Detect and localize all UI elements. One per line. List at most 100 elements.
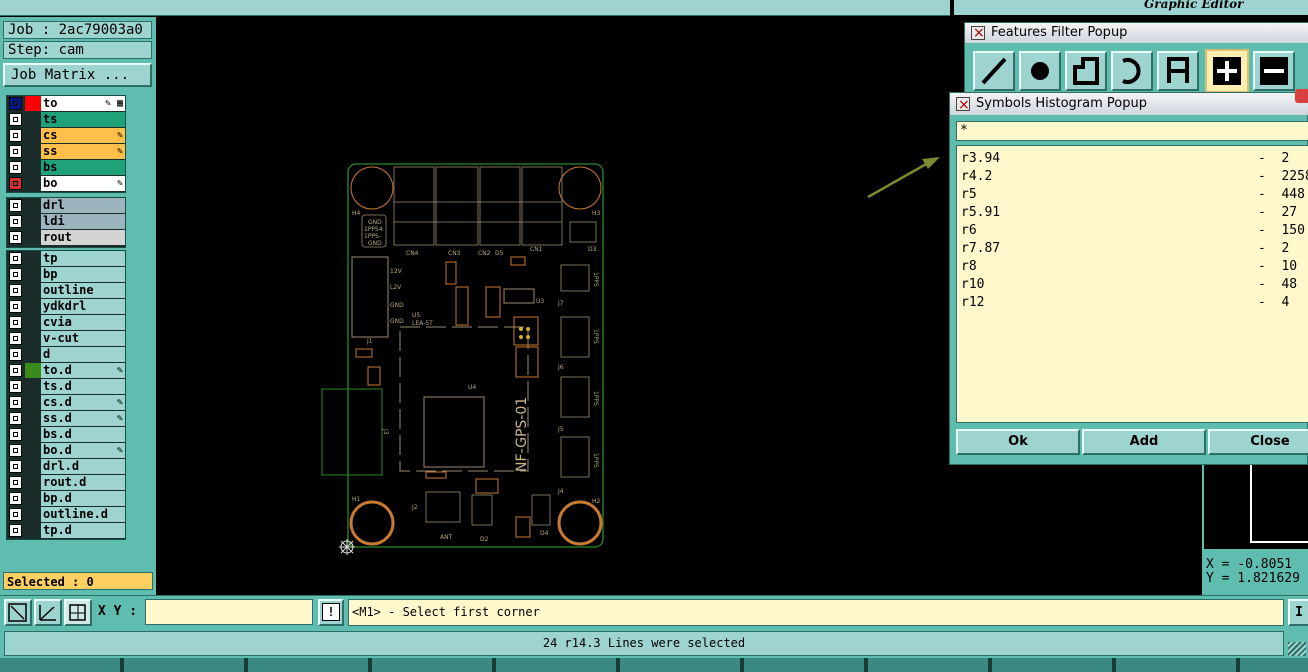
layer-checkbox[interactable] bbox=[9, 129, 22, 142]
layer-name[interactable]: ss ✎ bbox=[41, 144, 125, 159]
layer-row-tp-d[interactable]: tp.d bbox=[7, 523, 125, 538]
layer-name[interactable]: cvia bbox=[41, 315, 125, 330]
filter-pad-button[interactable] bbox=[1019, 51, 1061, 91]
features-filter-titlebar[interactable]: Features Filter Popup bbox=[965, 23, 1308, 43]
layer-name[interactable]: cs ✎ bbox=[41, 128, 125, 143]
layer-name[interactable]: ts.d bbox=[41, 379, 125, 394]
layer-row-cs[interactable]: cs ✎ bbox=[7, 128, 125, 143]
layer-checkbox[interactable] bbox=[9, 300, 22, 313]
layer-checkbox[interactable] bbox=[9, 412, 22, 425]
close-window-icon[interactable] bbox=[1295, 89, 1308, 103]
layer-checkbox[interactable] bbox=[9, 460, 22, 473]
layer-name[interactable]: bs.d bbox=[41, 427, 125, 442]
measure-button[interactable] bbox=[34, 599, 62, 626]
layer-name[interactable]: rout.d bbox=[41, 475, 125, 490]
pcb-canvas[interactable]: H4 H3 H1 H2 CN4 CN3 CN2 D5 CN1 D3 GND 1P… bbox=[156, 17, 948, 595]
layer-checkbox[interactable] bbox=[9, 97, 22, 110]
layer-row-ss[interactable]: ss ✎ bbox=[7, 144, 125, 159]
layer-name[interactable]: bp.d bbox=[41, 491, 125, 506]
layer-row-to[interactable]: to ✎ ▦ bbox=[7, 96, 125, 111]
resize-grip[interactable] bbox=[1288, 642, 1306, 656]
zoom-box-button[interactable] bbox=[4, 599, 32, 626]
filter-line-button[interactable] bbox=[973, 51, 1015, 91]
layer-checkbox[interactable] bbox=[9, 348, 22, 361]
layer-row-ts[interactable]: ts bbox=[7, 112, 125, 127]
layer-row-ldi[interactable]: ldi bbox=[7, 214, 125, 229]
layer-checkbox[interactable] bbox=[9, 396, 22, 409]
layer-name[interactable]: d bbox=[41, 347, 125, 362]
layer-checkbox[interactable] bbox=[9, 284, 22, 297]
histogram-titlebar[interactable]: Symbols Histogram Popup bbox=[950, 89, 1308, 116]
layer-row-bs[interactable]: bs bbox=[7, 160, 125, 175]
layer-row-drl[interactable]: drl bbox=[7, 198, 125, 213]
layer-row-cs-d[interactable]: cs.d ✎ bbox=[7, 395, 125, 410]
filter-positive-button[interactable] bbox=[1205, 49, 1249, 93]
layer-checkbox[interactable] bbox=[9, 380, 22, 393]
layer-checkbox[interactable] bbox=[9, 177, 22, 190]
filter-surface-button[interactable] bbox=[1065, 51, 1107, 91]
layer-row-bs-d[interactable]: bs.d bbox=[7, 427, 125, 442]
layer-name[interactable]: to.d ✎ bbox=[41, 363, 125, 378]
layer-name[interactable]: drl bbox=[41, 198, 125, 213]
layer-name[interactable]: outline.d bbox=[41, 507, 125, 522]
layer-row-tp[interactable]: tp bbox=[7, 251, 125, 266]
layer-row-bo[interactable]: bo ✎ bbox=[7, 176, 125, 191]
layer-name[interactable]: tp bbox=[41, 251, 125, 266]
layer-checkbox[interactable] bbox=[9, 492, 22, 505]
layer-name[interactable]: bs bbox=[41, 160, 125, 175]
layer-checkbox[interactable] bbox=[9, 145, 22, 158]
layer-name[interactable]: bo.d ✎ bbox=[41, 443, 125, 458]
symbol-filter-input[interactable]: * bbox=[956, 121, 1308, 141]
layer-row-ts-d[interactable]: ts.d bbox=[7, 379, 125, 394]
layer-checkbox[interactable] bbox=[9, 508, 22, 521]
layer-name[interactable]: ts bbox=[41, 112, 125, 127]
layer-checkbox[interactable] bbox=[9, 444, 22, 457]
close-button[interactable]: Close bbox=[1208, 429, 1308, 455]
layer-row-ydkdrl[interactable]: ydkdrl bbox=[7, 299, 125, 314]
layer-row-bp-d[interactable]: bp.d bbox=[7, 491, 125, 506]
layer-row-rout[interactable]: rout bbox=[7, 230, 125, 245]
layer-name[interactable]: outline bbox=[41, 283, 125, 298]
filter-arc-button[interactable] bbox=[1111, 51, 1153, 91]
add-button[interactable]: Add bbox=[1082, 429, 1206, 455]
layer-checkbox[interactable] bbox=[9, 113, 22, 126]
layer-row-outline-d[interactable]: outline.d bbox=[7, 507, 125, 522]
layer-checkbox[interactable] bbox=[9, 524, 22, 537]
snap-grid-button[interactable] bbox=[64, 599, 92, 626]
layer-name[interactable]: tp.d bbox=[41, 523, 125, 538]
layer-name[interactable]: ss.d ✎ bbox=[41, 411, 125, 426]
layer-row-cvia[interactable]: cvia bbox=[7, 315, 125, 330]
layer-checkbox[interactable] bbox=[9, 476, 22, 489]
layer-name[interactable]: ydkdrl bbox=[41, 299, 125, 314]
layer-row-drl-d[interactable]: drl.d bbox=[7, 459, 125, 474]
alert-button[interactable]: ! bbox=[318, 599, 344, 626]
mini-map[interactable] bbox=[1204, 465, 1308, 549]
histogram-list[interactable]: r3.94 - 2 r4.2 - 2258 r5 - 448 r5.91 - 27 r6 - 15… bbox=[956, 145, 1308, 423]
ok-button[interactable]: Ok bbox=[956, 429, 1080, 455]
layer-checkbox[interactable] bbox=[9, 332, 22, 345]
layer-name[interactable]: cs.d ✎ bbox=[41, 395, 125, 410]
layer-row-outline[interactable]: outline bbox=[7, 283, 125, 298]
layer-name[interactable]: drl.d bbox=[41, 459, 125, 474]
layer-row-to-d[interactable]: to.d ✎ bbox=[7, 363, 125, 378]
layer-checkbox[interactable] bbox=[9, 252, 22, 265]
layer-checkbox[interactable] bbox=[9, 199, 22, 212]
layer-checkbox[interactable] bbox=[9, 268, 22, 281]
layer-checkbox[interactable] bbox=[9, 161, 22, 174]
layer-checkbox[interactable] bbox=[9, 428, 22, 441]
layer-row-rout-d[interactable]: rout.d bbox=[7, 475, 125, 490]
layer-row-bp[interactable]: bp bbox=[7, 267, 125, 282]
layer-checkbox[interactable] bbox=[9, 231, 22, 244]
layer-row-bo-d[interactable]: bo.d ✎ bbox=[7, 443, 125, 458]
layer-name[interactable]: v-cut bbox=[41, 331, 125, 346]
layer-name[interactable]: bp bbox=[41, 267, 125, 282]
layer-row-ss-d[interactable]: ss.d ✎ bbox=[7, 411, 125, 426]
filter-negative-button[interactable] bbox=[1253, 51, 1295, 91]
xy-input[interactable] bbox=[145, 599, 313, 625]
layer-name[interactable]: ldi bbox=[41, 214, 125, 229]
layer-row-d[interactable]: d bbox=[7, 347, 125, 362]
layer-name[interactable]: rout bbox=[41, 230, 125, 245]
layer-checkbox[interactable] bbox=[9, 364, 22, 377]
layer-color-swatch[interactable] bbox=[25, 96, 41, 111]
layer-color-swatch[interactable] bbox=[25, 363, 41, 378]
